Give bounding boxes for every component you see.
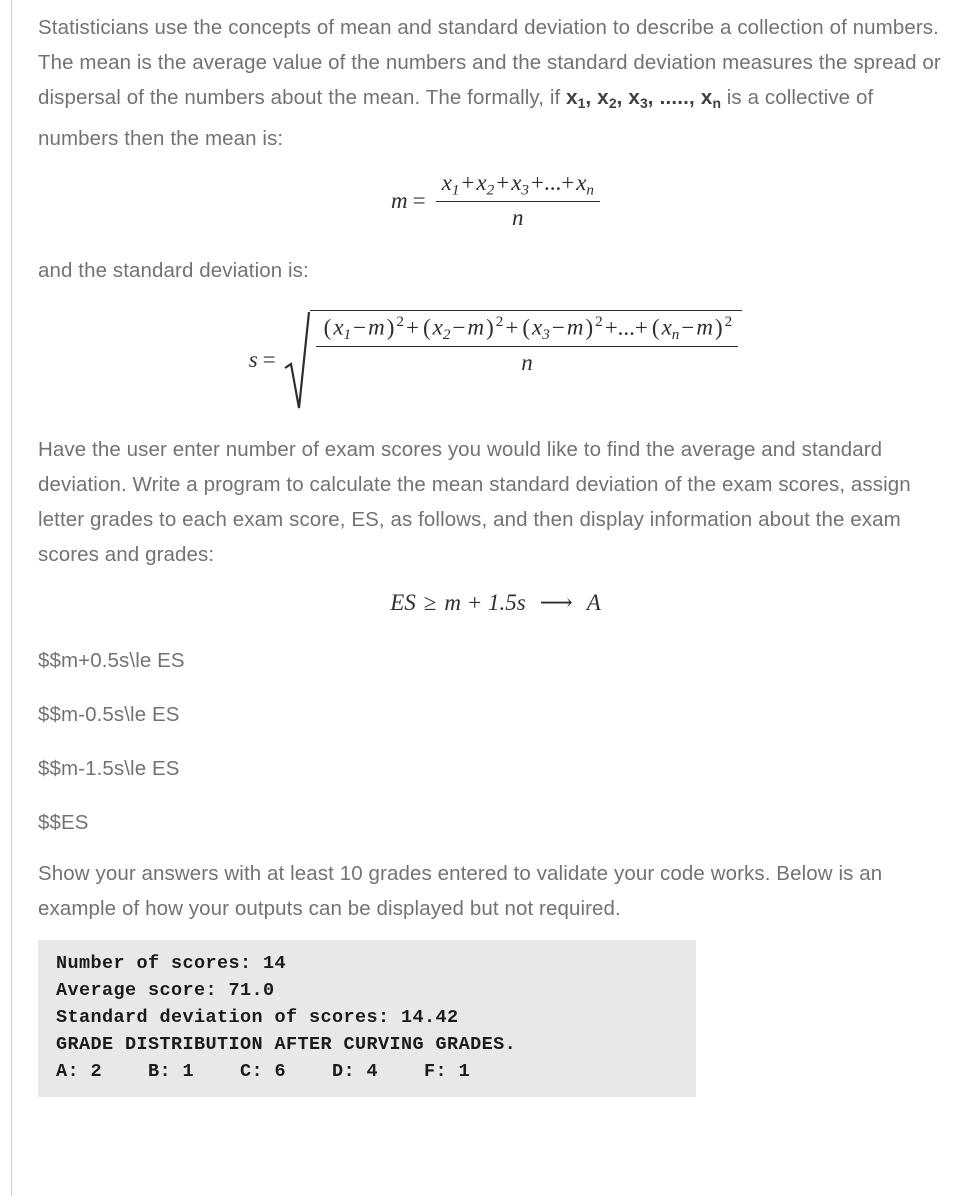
equation-mean-denominator: n (512, 205, 524, 231)
grade-rule-rhs: m + 1.5s (444, 590, 526, 616)
raw-latex-line-3: $$m-1.5s\le ES (38, 757, 180, 781)
intro-paragraph: Statisticians use the concepts of mean a… (38, 10, 953, 156)
variable-x2: x2 (597, 86, 617, 111)
inline-variable-list: x1, x2, x3, ....., xn (566, 86, 721, 111)
variable-x3-subscript: 3 (640, 94, 648, 111)
variable-x3: x3 (628, 86, 648, 111)
equation-sd-radicand: (x1−m) 2+ (x2−m) 2+ (x3−m) 2+...+ (xn−m) 2 n (309, 310, 743, 410)
stddev-lead-paragraph: and the standard deviation is: (38, 259, 309, 283)
right-arrow-icon: ⟶ (539, 590, 573, 616)
variable-separator-1: , (585, 86, 598, 109)
output-line-grade-distribution-header: GRADE DISTRIBUTION AFTER CURVING GRADES. (56, 1034, 517, 1056)
equation-sd-equals: = (262, 347, 276, 373)
variable-x1: x1 (566, 86, 586, 111)
equation-sd-denominator: n (521, 350, 533, 376)
variable-x2-subscript: 2 (608, 94, 617, 111)
raw-latex-line-1: $$m+0.5s\le ES (38, 649, 185, 673)
output-line-average-score: Average score: 71.0 (56, 980, 275, 1002)
equation-mean-numerator: x1+x2+x3+...+xn (441, 169, 595, 199)
equation-mean-lhs: m = (390, 187, 426, 213)
variable-separator-2: , (616, 86, 629, 109)
closing-paragraph: Show your answers with at least 10 grade… (38, 862, 883, 921)
sample-output-block: Number of scores: 14 Average score: 71.0… (38, 940, 696, 1098)
equation-mean: m = x1+x2+x3+...+xn n (38, 170, 953, 232)
variable-xn: xn (700, 86, 721, 111)
equation-sd-radical-group: (x1−m) 2+ (x2−m) 2+ (x3−m) 2+...+ (xn−m) 2 n (284, 310, 743, 410)
output-line-number-of-scores: Number of scores: 14 (56, 953, 287, 975)
equation-mean-equals: = (412, 187, 426, 213)
variable-xn-subscript: n (712, 94, 721, 111)
equation-grade-rule: ES ≥ m + 1.5s ⟶ A (38, 590, 953, 616)
equation-sd-lhs: s = (248, 347, 276, 373)
equation-standard-deviation: s = (x1−m) 2+ (x2−m) 2+ (x3−m) 2+...+ (xn−m) 2 n (38, 310, 953, 410)
output-line-standard-deviation: Standard deviation of scores: 14.42 (56, 1007, 459, 1029)
raw-latex-line-2: $$m-0.5s\le ES (38, 703, 180, 727)
task-paragraph: Have the user enter number of exam score… (38, 438, 911, 567)
question-page: Statisticians use the concepts of mean a… (0, 0, 977, 1098)
output-line-grade-counts: A: 2 B: 1 C: 6 D: 4 F: 1 (56, 1061, 471, 1083)
raw-latex-line-4: $$ES (38, 811, 89, 835)
grade-rule-lhs: ES (390, 590, 416, 616)
question-content: Statisticians use the concepts of mean a… (38, 0, 953, 1098)
grade-rule-relation: ≥ (423, 590, 437, 616)
equation-sd-numerator: (x1−m) 2+ (x2−m) 2+ (x3−m) 2+...+ (xn−m) 2 (323, 313, 733, 344)
equation-mean-fraction: x1+x2+x3+...+xn n (435, 169, 601, 232)
grade-rule-grade: A (586, 590, 601, 616)
equation-sd-fraction: (x1−m) 2+ (x2−m) 2+ (x3−m) 2+...+ (xn−m) 2 n (315, 313, 739, 376)
square-root-icon (284, 310, 310, 410)
variable-separator-3: , ....., (647, 86, 701, 109)
